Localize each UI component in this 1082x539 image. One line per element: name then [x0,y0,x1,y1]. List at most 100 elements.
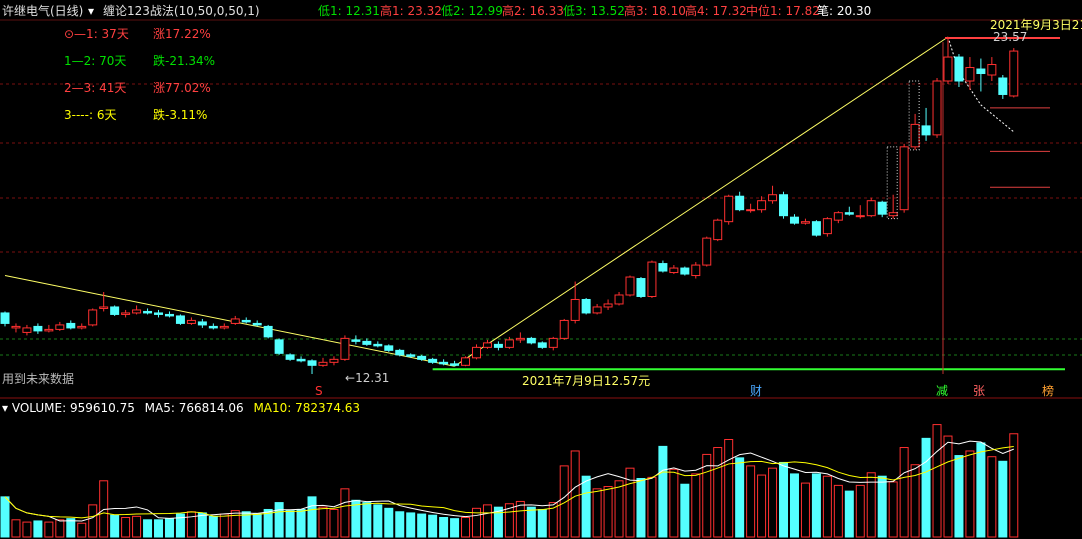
candle-body-47 [515,337,525,341]
volume-bar-17 [186,511,196,538]
volume-bar-75 [822,475,832,538]
candle-body-14 [154,312,164,315]
candle-body-12 [132,309,142,314]
stat-4: 低3: 13.52 [563,4,625,18]
volume-bar-53 [581,475,591,538]
candle-body-74 [811,221,821,236]
volume-bar-10 [110,514,120,538]
legend-change-3: 跌-3.11% [153,108,208,122]
candle-body-29 [318,361,328,366]
candle-body-32 [351,339,361,342]
candle-body-6 [66,322,76,329]
candle-body-82 [899,146,909,211]
volume-bar-12 [132,515,142,538]
volume-bar-27 [296,508,306,538]
candle-body-64 [702,237,712,266]
highlight-box-0 [886,146,898,220]
candle-body-79 [866,200,876,217]
volume-bar-76 [833,484,843,538]
volume-bar-56 [614,480,624,538]
volume-bar-11 [121,517,131,538]
volume-bar-58 [636,478,646,538]
volume-bar-73 [800,482,810,538]
candle-body-45 [493,343,503,348]
candle-body-90 [987,64,997,76]
volume-bar-84 [921,437,931,538]
candle-body-55 [603,303,613,308]
stat-1: 高1: 23.32 [380,4,442,18]
volume-bar-37 [406,512,416,538]
volume-bar-81 [888,481,898,538]
volume-bar-80 [877,475,887,538]
volume-bar-35 [384,507,394,538]
volume-bar-31 [340,488,350,538]
candle-body-48 [526,337,536,344]
candle-body-33 [362,340,372,345]
candle-body-54 [592,306,602,314]
signal-0: S [315,384,323,398]
volume-bar-2 [22,521,32,538]
candle-body-76 [833,212,843,221]
indicator-menu-icon[interactable]: ▾ [88,4,94,18]
candle-body-44 [482,342,492,348]
candle-body-61 [669,267,679,274]
candle-body-91 [998,77,1008,95]
volume-bar-60 [658,445,668,538]
volume-bar-39 [428,514,438,538]
candle-body-7 [77,325,87,329]
volume-bar-18 [197,512,207,538]
volume-bar-57 [625,467,635,538]
candle-body-83 [910,123,920,148]
candle-body-28 [307,360,317,366]
candle-body-65 [713,219,723,241]
candle-body-22 [241,319,251,323]
candle-body-9 [99,306,109,309]
volume-bar-65 [713,447,723,538]
high-price-label: 23.57 [993,30,1028,44]
candle-body-39 [428,358,438,363]
volume-bar-0 [0,496,10,538]
volume-bar-38 [417,513,427,538]
signal-1: 财 [750,384,763,398]
candle-body-87 [954,56,964,82]
volume-bar-20 [219,513,229,538]
volume-bar-71 [779,461,789,538]
volume-bar-7 [77,522,87,538]
volume-bar-5 [55,519,65,538]
signal-2: 减 [936,384,949,398]
volume-bar-42 [461,517,471,538]
volume-bar-67 [735,457,745,538]
future-data-warning: 用到未来数据 [2,372,75,386]
candle-body-84 [921,125,931,136]
indicator-name[interactable]: 缠论123战法(10,50,0,50,1) [103,4,260,18]
volume-bar-29 [318,506,328,538]
volume-bar-44 [482,504,492,538]
volume-bar-6 [66,518,76,538]
candle-body-21 [230,318,240,324]
volume-bar-78 [855,484,865,538]
candle-body-16 [175,315,185,324]
candle-body-67 [735,195,745,211]
volume-bar-8 [88,504,98,538]
volume-bar-14 [154,519,164,538]
stat-2: 低2: 12.99 [441,4,503,18]
volume-collapse-icon[interactable]: ▾ [2,401,12,415]
candle-body-68 [746,209,756,212]
volume-bar-49 [537,508,547,538]
candle-body-66 [724,195,734,223]
candle-body-18 [197,321,207,326]
volume-bar-34 [373,504,383,538]
volume-bar-3 [33,520,43,538]
candle-body-78 [855,215,865,218]
candle-body-75 [822,218,832,235]
candle-body-51 [559,319,569,339]
candle-body-2 [22,327,32,333]
volume-bar-66 [724,439,734,538]
candle-body-56 [614,294,624,305]
candle-body-30 [329,358,339,363]
candle-body-10 [110,306,120,315]
candle-body-70 [768,194,778,202]
volume-bar-30 [329,508,339,538]
volume-bar-33 [362,502,372,538]
volume-bar-25 [274,502,284,538]
